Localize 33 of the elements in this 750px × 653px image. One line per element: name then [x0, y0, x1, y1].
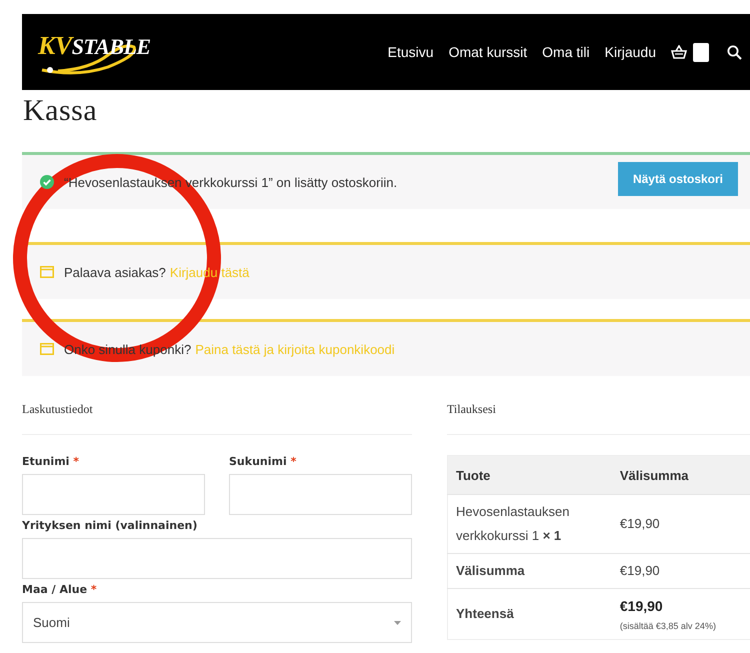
check-icon [40, 175, 54, 189]
field-label: Sukunimi * [229, 455, 298, 468]
page-title: Kassa [23, 94, 98, 129]
table-cell: Yhteensä [456, 606, 514, 621]
column-header: Tuote [448, 456, 612, 494]
nav-link[interactable]: Omat kurssit [448, 44, 528, 60]
logo[interactable]: KVSTABLE [38, 27, 188, 77]
country-select[interactable]: Suomi [22, 602, 412, 643]
nav-link[interactable]: Kirjaudu [604, 44, 656, 60]
nav-link[interactable]: Oma tili [542, 44, 590, 60]
nav-link[interactable]: Etusivu [388, 44, 434, 60]
section-heading: Laskutustiedot [22, 401, 94, 418]
input-field[interactable] [22, 538, 412, 579]
cart-count-badge[interactable] [693, 42, 709, 62]
window-icon [40, 266, 54, 278]
table-cell: Hevosenlastauksen verkkokurssi 1 × 1 [456, 504, 570, 543]
input-field[interactable] [229, 474, 412, 515]
field-label: Maa / Alue * [22, 583, 98, 596]
tax-note: (sisältää €3,85 alv 24%) [620, 620, 717, 633]
search-icon [727, 44, 742, 60]
total-amount: €19,90 [620, 597, 664, 616]
notice-text: Palaava asiakas? [64, 264, 166, 280]
field-label: Yrityksen nimi (valinnainen) [22, 519, 198, 532]
caret-icon [394, 620, 401, 624]
section-heading: Tilauksesi [447, 401, 497, 418]
table-cell: €19,90 [620, 516, 660, 531]
window-icon [40, 343, 54, 355]
field-label: Etunimi * [22, 455, 80, 468]
table-cell: Välisumma [456, 563, 525, 578]
basket-icon [671, 45, 687, 59]
input-field[interactable] [22, 474, 205, 515]
column-header: Välisumma [612, 456, 750, 494]
table-cell: €19,90 [620, 563, 660, 578]
